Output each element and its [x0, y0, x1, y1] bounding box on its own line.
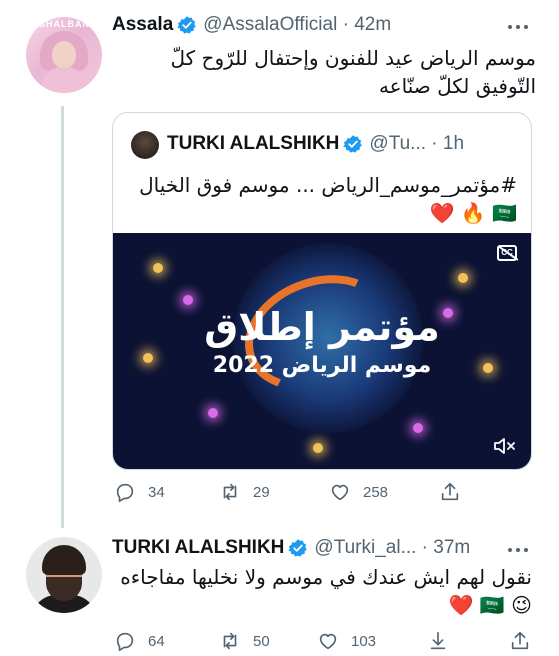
reply-count: 34: [148, 483, 165, 501]
retweet-icon: [223, 483, 237, 501]
video-title-text: مؤتمر إطلاق: [204, 305, 440, 349]
thread-connector-line: [61, 106, 64, 528]
tweet-header: TURKI ALALSHIKH @Turki_al... · 37m: [112, 537, 470, 559]
quoted-author-name: TURKI ALALSHIKH: [167, 133, 340, 154]
tweet-text: موسم الرياض عيد للفنون وإحتفال للرّوح كل…: [112, 44, 536, 100]
like-count: 258: [363, 483, 389, 501]
retweet-count: 50: [253, 632, 270, 650]
verified-badge-icon: [343, 135, 363, 153]
like-button[interactable]: 258: [329, 481, 439, 503]
reply-icon: [116, 632, 134, 651]
emoji-line: 😉 🇸🇦 ❤️: [448, 593, 532, 617]
download-arrow-icon: [430, 631, 446, 650]
reply-button[interactable]: 64: [114, 630, 219, 652]
like-count: 103: [351, 632, 377, 650]
avatar[interactable]: [26, 537, 102, 613]
tweet-header: Assala @AssalaOfficial · 42m: [112, 14, 391, 36]
reply-button[interactable]: 34: [114, 481, 219, 503]
retweet-icon: [223, 632, 237, 650]
author-name[interactable]: TURKI ALALSHIKH: [112, 537, 284, 559]
tweet-text-line: موسم الرياض عيد للفنون وإحتفال للرّوح كل…: [170, 46, 536, 70]
stage-light: [183, 295, 193, 305]
avatar-watermark: GHALBAN: [38, 19, 90, 29]
video-subtitle-text: موسم الرياض 2022: [212, 353, 432, 378]
verified-badge-icon: [177, 16, 197, 34]
like-icon: [319, 633, 337, 650]
share-button[interactable]: [509, 630, 543, 652]
tweet-actions: 34 29 258: [114, 481, 473, 503]
quoted-avatar[interactable]: [131, 131, 159, 159]
stage-light: [313, 443, 323, 453]
share-button[interactable]: [439, 481, 473, 503]
stage-light: [153, 263, 163, 273]
retweet-button[interactable]: 29: [219, 481, 329, 503]
stage-light: [458, 273, 468, 283]
volume-off-icon[interactable]: [493, 436, 517, 456]
tweet-text-line: نقول لهم ايش عندك في موسم ولا نخليها مفا…: [120, 565, 532, 589]
more-icon[interactable]: [508, 22, 534, 32]
video-player[interactable]: مؤتمر إطلاق موسم الرياض 2022 CC: [113, 233, 531, 469]
reply-icon: [116, 483, 134, 502]
quoted-text-line: #مؤتمر_موسم_الرياض ... موسم فوق الخيال: [139, 173, 517, 197]
avatar-face: [52, 41, 76, 69]
like-icon: [331, 484, 349, 501]
more-icon[interactable]: [508, 545, 534, 555]
retweet-button[interactable]: 50: [219, 630, 317, 652]
tweet-text: نقول لهم ايش عندك في موسم ولا نخليها مفا…: [112, 563, 532, 619]
avatar[interactable]: GHALBAN: [26, 17, 102, 93]
captions-off-icon[interactable]: CC: [497, 245, 517, 261]
quoted-tweet-text: #مؤتمر_موسم_الرياض ... موسم فوق الخيال 🇸…: [127, 171, 517, 227]
avatar-hair: [42, 545, 86, 575]
verified-badge-icon: [288, 539, 308, 557]
quoted-tweet-header: TURKI ALALSHIKH @Tu... · 1h: [167, 133, 464, 155]
tweet-actions: 64 50 103: [114, 630, 543, 652]
like-button[interactable]: 103: [317, 630, 427, 652]
retweet-count: 29: [253, 483, 270, 501]
stage-light: [208, 408, 218, 418]
author-name[interactable]: Assala: [112, 14, 173, 36]
handle-and-time[interactable]: @Turki_al... · 37m: [314, 537, 470, 559]
download-button[interactable]: [427, 630, 509, 652]
emoji-line: 🇸🇦 🔥 ❤️: [429, 201, 517, 225]
stage-light: [413, 423, 423, 433]
quoted-handle-and-time: @Tu... · 1h: [369, 133, 465, 154]
quoted-tweet-card[interactable]: TURKI ALALSHIKH @Tu... · 1h #مؤتمر_موسم_…: [112, 112, 532, 470]
handle-and-time[interactable]: @AssalaOfficial · 42m: [203, 14, 391, 36]
share-icon: [511, 631, 529, 650]
tweet-text-line: التّوفيق لكلّ صنّاعه: [378, 74, 536, 98]
reply-count: 64: [148, 632, 165, 650]
share-icon: [441, 482, 459, 501]
